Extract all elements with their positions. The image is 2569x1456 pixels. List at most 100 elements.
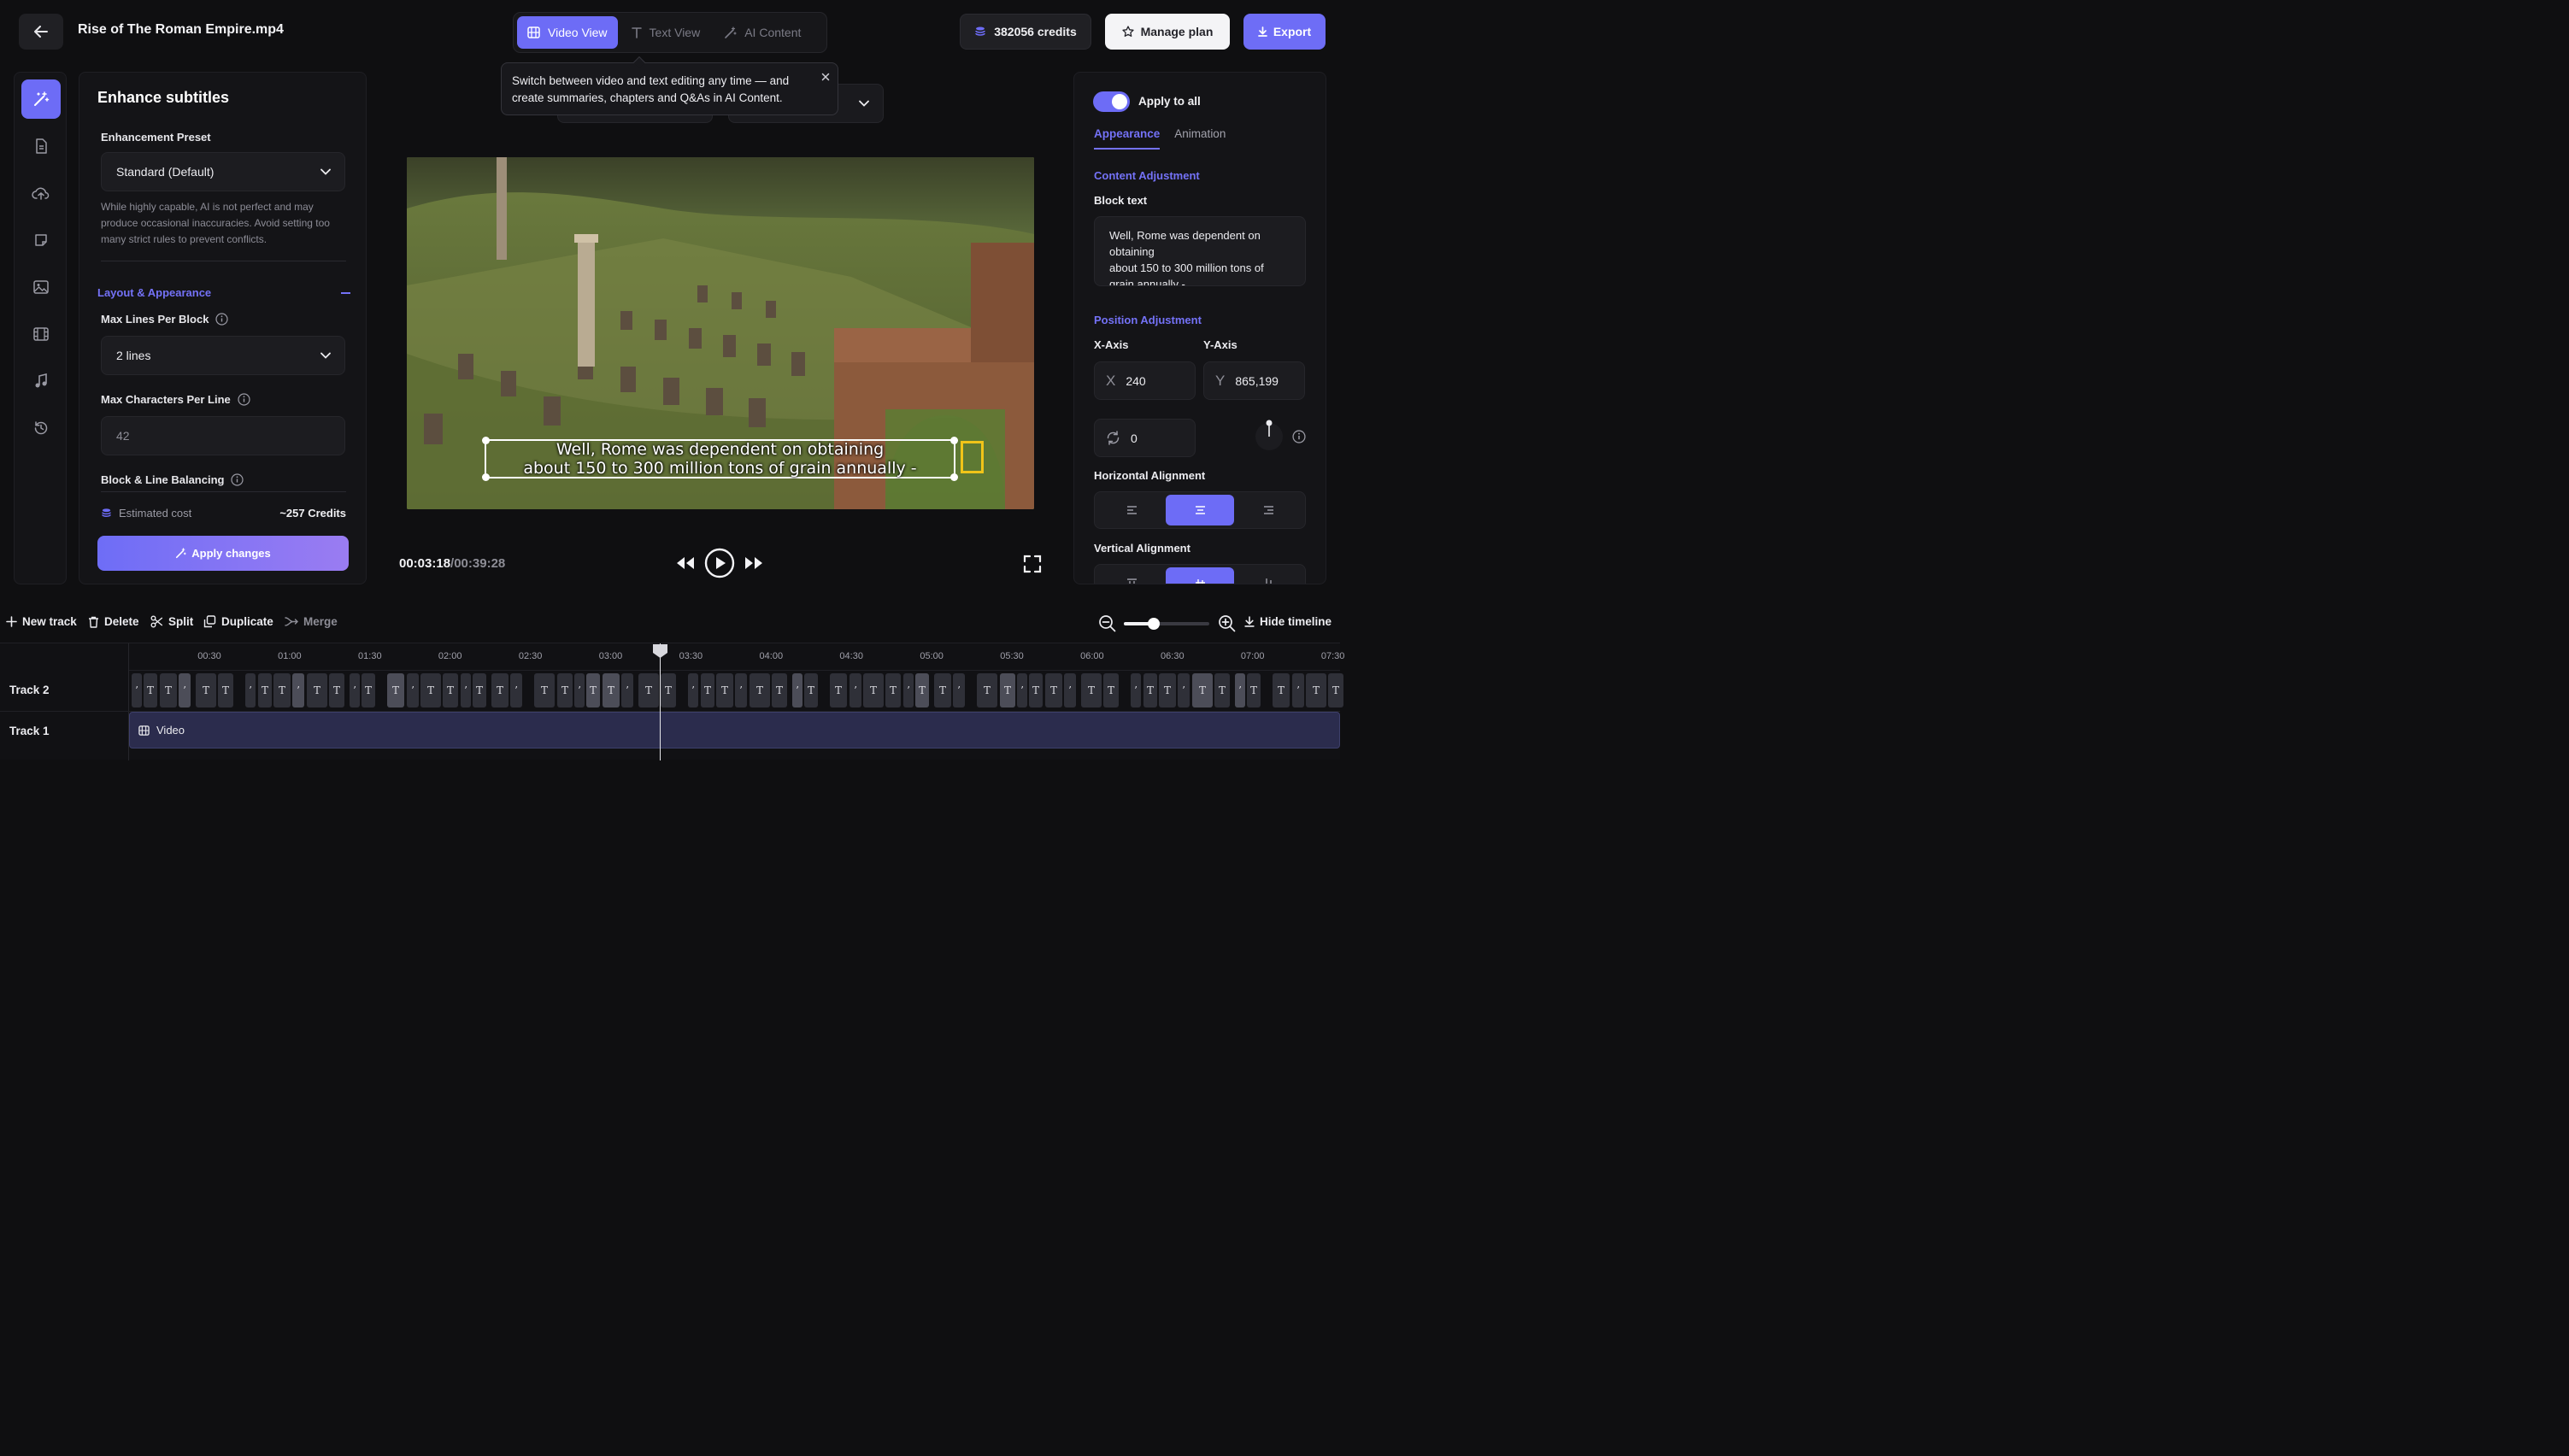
subtitle-clip[interactable]: T	[638, 673, 659, 707]
max-lines-select[interactable]: 2 lines	[101, 336, 345, 375]
rail-enhance[interactable]	[21, 79, 61, 119]
fast-forward-icon[interactable]	[744, 555, 764, 571]
subtitle-clip[interactable]: T	[977, 673, 997, 707]
rotation-dial[interactable]	[1254, 418, 1284, 452]
subtitle-clip[interactable]: T	[1143, 673, 1157, 707]
subtitle-clip[interactable]: ’	[461, 673, 471, 707]
subtitle-clip[interactable]: T	[716, 673, 733, 707]
subtitle-clip[interactable]: T	[1273, 673, 1290, 707]
subtitle-clip[interactable]: T	[661, 673, 676, 707]
subtitle-clip[interactable]: ’	[1131, 673, 1141, 707]
subtitle-clip[interactable]: T	[1306, 673, 1326, 707]
subtitle-clip[interactable]: T	[258, 673, 272, 707]
tab-animation[interactable]: Animation	[1174, 127, 1226, 150]
subtitle-clip[interactable]: ’	[903, 673, 914, 707]
subtitle-clip[interactable]: T	[830, 673, 847, 707]
subtitle-clip[interactable]: T	[557, 673, 573, 707]
subtitle-clip[interactable]: T	[420, 673, 441, 707]
subtitle-clip[interactable]: T	[1214, 673, 1230, 707]
time-ruler[interactable]: 00:30 01:00 01:30 02:00 02:30 03:00 03:30 04:00…	[129, 643, 1344, 671]
credits-badge[interactable]: 382056 credits	[960, 14, 1091, 50]
subtitle-clip[interactable]: T	[160, 673, 177, 707]
play-icon[interactable]	[704, 548, 735, 578]
subtitle-clip[interactable]: ’	[179, 673, 191, 707]
subtitle-clip[interactable]: T	[387, 673, 404, 707]
subtitle-clip[interactable]: ’	[792, 673, 802, 707]
zoom-slider[interactable]	[1124, 618, 1209, 630]
subtitle-clip[interactable]: ’	[1235, 673, 1245, 707]
subtitle-clip[interactable]: ’	[407, 673, 419, 707]
align-bottom-button[interactable]	[1234, 567, 1302, 584]
subtitle-clip[interactable]: T	[804, 673, 818, 707]
preset-select[interactable]: Standard (Default)	[101, 152, 345, 191]
block-text-textarea[interactable]: Well, Rome was dependent on obtaining ab…	[1094, 216, 1306, 286]
subtitle-clip[interactable]: ’	[292, 673, 304, 707]
subtitle-clip[interactable]: T	[144, 673, 157, 707]
subtitle-clip[interactable]: T	[307, 673, 327, 707]
merge-button[interactable]: Merge	[285, 615, 338, 628]
new-track-button[interactable]: New track	[6, 615, 77, 628]
subtitle-clip[interactable]: ’	[735, 673, 747, 707]
subtitle-clip[interactable]: T	[772, 673, 787, 707]
subtitle-clip[interactable]: ’	[1292, 673, 1304, 707]
zoom-in-icon[interactable]	[1218, 614, 1236, 632]
tab-ai-content[interactable]: AI Content	[714, 16, 811, 49]
subtitle-clip[interactable]: ’	[574, 673, 585, 707]
duplicate-button[interactable]: Duplicate	[203, 615, 273, 628]
subtitle-clip[interactable]: T	[443, 673, 458, 707]
export-button[interactable]: Export	[1243, 14, 1326, 50]
video-clip[interactable]: Video	[129, 712, 1340, 749]
align-middle-button[interactable]	[1166, 567, 1234, 584]
subtitle-clip[interactable]: ’	[953, 673, 965, 707]
subtitle-clip[interactable]: ’	[621, 673, 633, 707]
rail-history[interactable]	[21, 408, 61, 448]
rail-notes[interactable]	[21, 220, 61, 260]
tab-appearance[interactable]: Appearance	[1094, 127, 1161, 150]
zoom-out-icon[interactable]	[1098, 614, 1116, 632]
info-icon[interactable]	[238, 393, 250, 406]
subtitle-clip[interactable]: T	[603, 673, 620, 707]
rail-audio[interactable]	[21, 361, 61, 401]
subtitle-clip[interactable]: T	[1159, 673, 1176, 707]
subtitle-clip[interactable]: T	[473, 673, 486, 707]
max-chars-input[interactable]: 42	[101, 416, 345, 455]
delete-button[interactable]: Delete	[88, 615, 139, 628]
subtitle-clip[interactable]: T	[586, 673, 600, 707]
back-button[interactable]	[19, 14, 63, 50]
hide-timeline-button[interactable]: Hide timeline	[1244, 615, 1332, 628]
fullscreen-icon[interactable]	[1023, 555, 1042, 573]
rotation-input[interactable]: 0	[1094, 419, 1196, 457]
subtitle-clip[interactable]: T	[1328, 673, 1343, 707]
close-icon[interactable]	[820, 71, 832, 83]
zoom-slider-thumb[interactable]	[1148, 618, 1160, 630]
subtitle-clip[interactable]: ’	[245, 673, 256, 707]
subtitle-clip[interactable]: ’	[132, 673, 142, 707]
manage-plan-button[interactable]: Manage plan	[1105, 14, 1230, 50]
x-axis-input[interactable]: X 240	[1094, 361, 1196, 400]
subtitle-clip[interactable]: T	[1103, 673, 1119, 707]
subtitle-clip[interactable]: T	[1000, 673, 1015, 707]
subtitle-clip[interactable]: T	[885, 673, 901, 707]
subtitle-clip[interactable]: T	[1081, 673, 1102, 707]
info-icon[interactable]	[1292, 430, 1306, 443]
subtitle-caption[interactable]: Well, Rome was dependent on obtaining ab…	[485, 440, 955, 478]
subtitle-clip[interactable]: T	[196, 673, 216, 707]
subtitle-clip[interactable]: ’	[688, 673, 698, 707]
subtitle-clip[interactable]: T	[491, 673, 509, 707]
subtitle-clip[interactable]: T	[915, 673, 929, 707]
subtitle-clip[interactable]: T	[1192, 673, 1213, 707]
subtitle-clip[interactable]: T	[329, 673, 344, 707]
subtitle-clip[interactable]: T	[218, 673, 233, 707]
video-preview[interactable]: Well, Rome was dependent on obtaining ab…	[407, 157, 1034, 509]
apply-changes-button[interactable]: Apply changes	[97, 536, 349, 571]
subtitle-clip[interactable]: T	[1247, 673, 1261, 707]
align-right-button[interactable]	[1234, 495, 1302, 525]
subtitle-clip[interactable]: T	[934, 673, 951, 707]
subtitle-clip[interactable]: ’	[849, 673, 861, 707]
rail-document[interactable]	[21, 126, 61, 166]
playhead[interactable]	[660, 643, 661, 760]
timeline[interactable]: 00:30 01:00 01:30 02:00 02:30 03:00 03:30 04:00…	[0, 643, 1344, 760]
subtitle-clip[interactable]: T	[750, 673, 770, 707]
info-icon[interactable]	[215, 313, 229, 326]
rail-video[interactable]	[21, 314, 61, 354]
